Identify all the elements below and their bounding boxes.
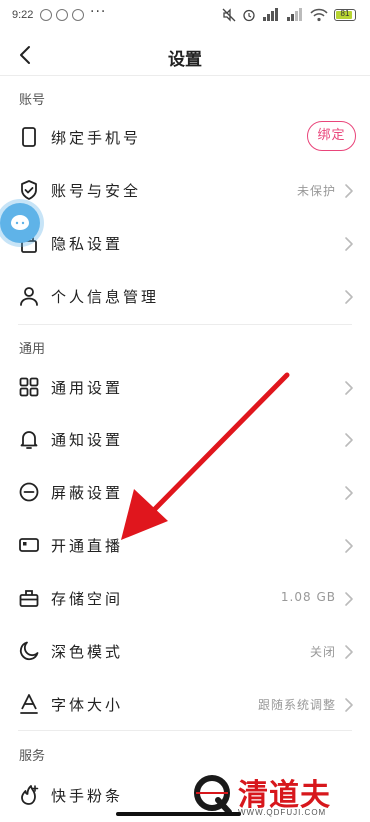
settings-item-value: 1.08 GB (280, 590, 336, 604)
assistant-face-icon (11, 215, 29, 230)
settings-item-notifications[interactable]: 通知设置 (0, 414, 370, 466)
app-notification-icon (56, 9, 68, 21)
chevron-right-icon (345, 237, 353, 251)
bind-button[interactable]: 绑定 (307, 121, 356, 151)
settings-item-value: 未保护 (296, 184, 336, 198)
more-notifications-icon: ··· (90, 4, 107, 20)
section-divider (18, 730, 352, 731)
section-label-services: 服务 (19, 749, 46, 764)
chevron-right-icon (345, 645, 353, 659)
chevron-right-icon (345, 539, 353, 553)
home-indicator[interactable] (116, 812, 241, 816)
chevron-right-icon (345, 290, 353, 304)
shield-icon (21, 180, 37, 200)
settings-item-general[interactable]: 通用设置 (0, 362, 370, 414)
flame-plus-icon (21, 785, 39, 805)
settings-item-label: 账号与安全 (51, 182, 142, 200)
chevron-right-icon (345, 698, 353, 712)
app-notification-icon (72, 9, 84, 21)
battery-level: 81 (340, 9, 350, 18)
settings-item-label: 快手粉条 (51, 787, 124, 805)
settings-item-label: 字体大小 (51, 696, 124, 714)
settings-item-account-security[interactable]: 账号与安全 未保护 (0, 165, 370, 217)
settings-item-label: 开通直播 (51, 537, 124, 555)
settings-item-label: 绑定手机号 (51, 129, 142, 147)
section-divider (18, 324, 352, 325)
notification-icons (38, 9, 84, 21)
section-label-general: 通用 (19, 342, 46, 357)
settings-item-dark-mode[interactable]: 深色模式 关闭 (0, 626, 370, 678)
mute-icon (222, 8, 236, 22)
settings-item-value: 跟随系统调整 (257, 698, 336, 712)
user-icon (20, 287, 38, 306)
moon-icon (19, 641, 39, 661)
settings-item-label: 通用设置 (51, 379, 124, 397)
settings-item-label: 屏蔽设置 (51, 484, 124, 502)
settings-item-label: 通知设置 (51, 431, 124, 449)
wifi-icon (310, 8, 328, 22)
system-status-icons: 81 (222, 8, 356, 22)
grid-icon (19, 377, 39, 397)
bell-icon (20, 431, 38, 449)
video-camera-icon (19, 538, 39, 552)
status-time: 9:22 (12, 9, 34, 21)
signal-icon (263, 8, 278, 21)
status-bar: 9:22 ··· 81 (0, 0, 370, 34)
settings-item-value: 关闭 (309, 645, 336, 659)
signal-icon (287, 8, 302, 21)
chevron-right-icon (345, 486, 353, 500)
settings-item-personal-info[interactable]: 个人信息管理 (0, 271, 370, 323)
chevron-right-icon (345, 381, 353, 395)
battery-icon: 81 (334, 9, 356, 21)
settings-item-label: 隐私设置 (51, 235, 124, 253)
settings-item-label: 存储空间 (51, 590, 124, 608)
chevron-right-icon (345, 184, 353, 198)
watermark-url: WWW.QDFUJI.COM (238, 808, 327, 817)
chevron-right-icon (345, 433, 353, 447)
settings-item-blocking[interactable]: 屏蔽设置 (0, 467, 370, 519)
chevron-right-icon (345, 592, 353, 606)
section-label-account: 账号 (19, 93, 46, 108)
settings-item-bind-phone[interactable]: 绑定手机号 绑定 (0, 112, 370, 164)
settings-item-font-size[interactable]: 字体大小 跟随系统调整 (0, 679, 370, 731)
app-notification-icon (40, 9, 52, 21)
storage-icon (19, 590, 39, 607)
block-icon (19, 482, 39, 502)
alarm-icon (243, 9, 255, 22)
floating-assistant-button[interactable] (0, 203, 40, 243)
settings-item-storage[interactable]: 存储空间 1.08 GB (0, 573, 370, 625)
settings-item-privacy[interactable]: 隐私设置 (0, 218, 370, 270)
settings-item-live[interactable]: 开通直播 (0, 520, 370, 572)
font-size-icon (20, 694, 38, 714)
page-title: 设置 (168, 50, 202, 70)
phone-icon (22, 127, 36, 147)
settings-item-label: 深色模式 (51, 643, 124, 661)
settings-item-label: 个人信息管理 (51, 288, 160, 306)
navigation-bar: 设置 (0, 34, 370, 76)
